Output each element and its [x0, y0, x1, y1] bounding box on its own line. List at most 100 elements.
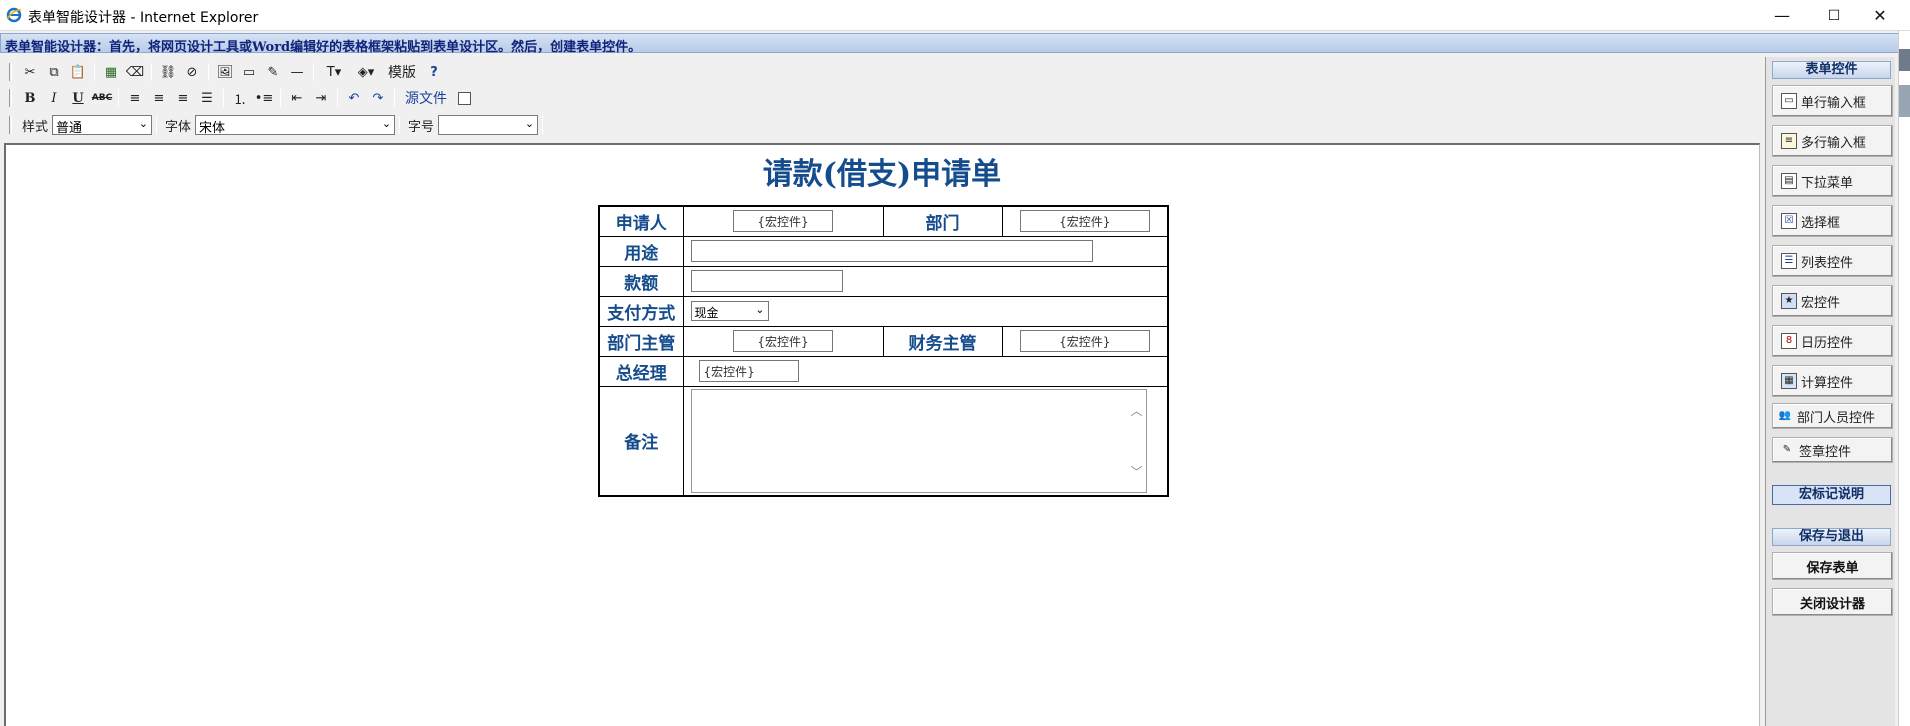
finance-manager-cell: {宏控件}: [1001, 325, 1169, 357]
cut-icon[interactable]: ✂: [18, 61, 42, 83]
calculator-icon: ▦: [1781, 373, 1797, 389]
calculator-control-button[interactable]: ▦ 计算控件: [1772, 365, 1893, 397]
table-icon[interactable]: ▦: [99, 61, 123, 83]
table-row: 备注 ︿ ﹀: [598, 385, 1169, 496]
applicant-label: 申请人: [598, 205, 684, 237]
style-select[interactable]: 普通 ⌄: [52, 115, 153, 136]
help-icon[interactable]: ?: [422, 61, 446, 83]
remark-label: 备注: [598, 385, 684, 496]
outdent-icon[interactable]: ⇤: [285, 87, 309, 109]
frame-icon[interactable]: ▭: [237, 61, 261, 83]
close-window-button[interactable]: ✕: [1858, 0, 1902, 31]
align-center-icon[interactable]: ≡: [147, 87, 171, 109]
italic-icon[interactable]: I: [42, 87, 66, 109]
table-row: 支付方式 现金 ⌄: [598, 295, 1169, 327]
edit-box-icon[interactable]: ✎: [261, 61, 285, 83]
format-toolbar: B I U ABC ≡ ≡ ≡ ☰ ⒈ •≡ ⇤ ⇥ ↶ ↷ 源文件: [5, 86, 471, 110]
unlink-icon[interactable]: ⊘: [180, 61, 204, 83]
background-color-icon[interactable]: ◈▾: [350, 61, 382, 83]
edit-toolbar: ✂ ⧉ 📋 ▦ ⌫ ⛓ ⊘ 🖼 ▭ ✎ — T▾ ◈▾ 模版 ?: [5, 60, 446, 84]
toolbar-separator: [156, 116, 158, 134]
window-titlebar: 表单智能设计器 - Internet Explorer — ☐ ✕: [0, 0, 1910, 31]
general-manager-label: 总经理: [598, 355, 684, 387]
form-design-area[interactable]: 请款(借支)申请单 申请人 {宏控件} 部门 {宏控件} 用途 款额 支付方式: [4, 143, 1760, 726]
source-checkbox[interactable]: [458, 91, 471, 105]
scroll-down-icon[interactable]: ﹀: [1130, 463, 1142, 480]
applicant-cell: {宏控件}: [682, 205, 884, 237]
toolbar-separator: [313, 63, 314, 81]
control-label: 部门人员控件: [1797, 410, 1876, 426]
size-select[interactable]: ⌄: [438, 115, 539, 135]
toolbar-grip[interactable]: [9, 116, 12, 134]
payment-method-select[interactable]: 现金 ⌄: [690, 301, 769, 321]
purpose-input[interactable]: [690, 240, 1093, 262]
size-label: 字号: [408, 119, 435, 135]
style-toolbar: 样式 普通 ⌄ 字体 宋体 ⌄ 字号 ⌄: [5, 113, 548, 137]
finance-manager-macro-field[interactable]: {宏控件}: [1019, 330, 1150, 352]
paste-icon[interactable]: 📋: [66, 61, 90, 83]
control-label: 列表控件: [1801, 255, 1854, 271]
department-macro-field[interactable]: {宏控件}: [1019, 210, 1150, 233]
align-left-icon[interactable]: ≡: [123, 87, 147, 109]
remark-cell: ︿ ﹀: [682, 385, 1169, 496]
maximize-button[interactable]: ☐: [1812, 0, 1856, 31]
minimize-button[interactable]: —: [1760, 0, 1804, 31]
remark-textarea[interactable]: ︿ ﹀: [690, 388, 1147, 493]
save-form-button[interactable]: 保存表单: [1772, 552, 1893, 580]
undo-icon[interactable]: ↶: [342, 87, 366, 109]
horizontal-rule-icon[interactable]: —: [285, 61, 309, 83]
strikethrough-icon[interactable]: ABC: [90, 87, 114, 109]
scroll-up-icon[interactable]: ︿: [1130, 402, 1142, 419]
eraser-icon[interactable]: ⌫: [123, 61, 147, 83]
applicant-macro-field[interactable]: {宏控件}: [733, 210, 833, 233]
align-right-icon[interactable]: ≡: [171, 87, 195, 109]
toolbar-separator: [337, 89, 338, 107]
close-designer-button[interactable]: 关闭设计器: [1772, 588, 1893, 616]
edge-block: [1899, 49, 1910, 71]
indent-icon[interactable]: ⇥: [309, 87, 333, 109]
font-select[interactable]: 宋体 ⌄: [195, 115, 396, 136]
dept-manager-macro-field[interactable]: {宏控件}: [733, 330, 833, 352]
list-control-button[interactable]: ☰ 列表控件: [1772, 245, 1893, 277]
checkbox-control-button[interactable]: ☒ 选择框: [1772, 205, 1893, 237]
redo-icon[interactable]: ↷: [366, 87, 390, 109]
macro-help-button[interactable]: 宏标记说明: [1772, 485, 1891, 505]
font-color-icon[interactable]: T▾: [318, 61, 350, 83]
signature-control-button[interactable]: ✎ 签章控件: [1772, 437, 1893, 463]
toolbar-separator: [394, 89, 395, 107]
table-row: 款额: [598, 265, 1169, 297]
multi-line-input-button[interactable]: ≡ 多行输入框: [1772, 125, 1893, 157]
dropdown-icon: ▤: [1781, 173, 1797, 189]
single-line-input-button[interactable]: ▭ 单行输入框: [1772, 85, 1893, 117]
toolbar-grip[interactable]: [9, 63, 12, 81]
template-button[interactable]: 模版: [382, 62, 422, 82]
source-label: 源文件: [405, 91, 447, 107]
payment-method-value: 现金: [694, 306, 719, 320]
toolbar-grip[interactable]: [9, 89, 12, 107]
purpose-cell: [682, 235, 1169, 267]
control-panel: 表单控件 ▭ 单行输入框 ≡ 多行输入框 ▤ 下拉菜单 ☒ 选择框 ☰ 列表控件…: [1765, 57, 1895, 726]
amount-input[interactable]: [690, 270, 843, 292]
calendar-control-button[interactable]: 8 日历控件: [1772, 325, 1893, 357]
image-icon[interactable]: 🖼: [213, 61, 237, 83]
department-label: 部门: [882, 205, 1003, 237]
unordered-list-icon[interactable]: •≡: [252, 87, 276, 109]
link-icon[interactable]: ⛓: [156, 61, 180, 83]
department-people-control-button[interactable]: 👥 部门人员控件: [1772, 403, 1893, 429]
chevron-down-icon: ⌄: [524, 117, 535, 130]
underline-icon[interactable]: U: [66, 87, 90, 109]
control-label: 单行输入框: [1801, 95, 1867, 111]
copy-icon[interactable]: ⧉: [42, 61, 66, 83]
ordered-list-icon[interactable]: ⒈: [228, 87, 252, 109]
style-select-value: 普通: [56, 121, 83, 136]
control-label: 宏控件: [1801, 295, 1841, 311]
font-label: 字体: [165, 119, 192, 135]
macro-control-button[interactable]: ★ 宏控件: [1772, 285, 1893, 317]
bold-icon[interactable]: B: [18, 87, 42, 109]
background-window-edge: [1898, 31, 1910, 726]
general-manager-macro-field[interactable]: {宏控件}: [698, 360, 799, 382]
save-exit-header: 保存与退出: [1772, 528, 1891, 546]
justify-icon[interactable]: ☰: [195, 87, 219, 109]
dropdown-button[interactable]: ▤ 下拉菜单: [1772, 165, 1893, 197]
maximize-icon: ☐: [1827, 7, 1841, 24]
